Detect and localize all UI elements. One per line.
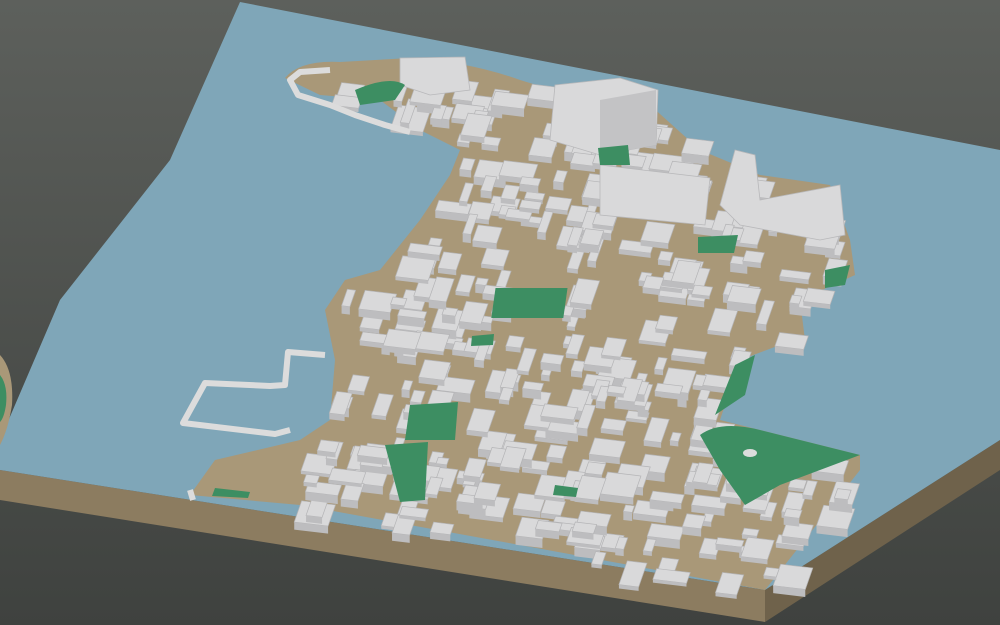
building-block-side [341, 305, 350, 315]
building-block-side [789, 302, 800, 313]
building-block [657, 250, 674, 262]
building-block [726, 285, 762, 306]
building-block-side [553, 181, 564, 191]
building-block-side [654, 369, 664, 376]
building-block [544, 195, 573, 212]
building-block [640, 220, 676, 245]
small-park-a [471, 334, 494, 346]
building-block-side [834, 498, 848, 508]
building-block-side [479, 322, 492, 332]
building-block [681, 137, 715, 157]
building-block [505, 335, 525, 349]
building-block [474, 277, 489, 286]
building-block [358, 289, 398, 314]
building-block-side [587, 260, 596, 268]
building-block-side [537, 232, 546, 241]
building-block-side [442, 314, 456, 325]
garden-park [698, 235, 738, 253]
building-block [742, 250, 765, 264]
building-block-side [459, 200, 468, 207]
pier-stub [187, 489, 196, 501]
fortress-park [598, 145, 630, 165]
building-block-side [393, 100, 402, 108]
building-block [427, 237, 443, 247]
central-square-park [491, 288, 568, 318]
building-block [763, 566, 780, 578]
building-block-side [541, 374, 550, 382]
building-block [642, 275, 665, 290]
building-block [833, 488, 852, 501]
building-block-side [325, 458, 338, 467]
building-block [418, 359, 452, 381]
building-block-side [623, 511, 633, 522]
building-block-side [401, 389, 410, 399]
building-block [584, 461, 607, 476]
building-block-side [669, 440, 679, 447]
building-block [772, 563, 814, 590]
building-block-side [576, 427, 588, 437]
city-model-canvas[interactable] [0, 0, 1000, 625]
west-square-park [405, 402, 458, 440]
building-block-side [480, 190, 492, 199]
map-viewport[interactable] [0, 0, 1000, 625]
building-block [303, 473, 320, 485]
building-block [316, 439, 340, 454]
building-block-side [595, 400, 606, 410]
building-block-side [474, 359, 484, 368]
building-block-side [567, 244, 578, 254]
building-block [472, 224, 503, 244]
building-block [622, 504, 635, 513]
building-block-side [462, 233, 471, 244]
building-block [681, 513, 707, 530]
building-block-side [615, 548, 624, 557]
building-block-side [459, 169, 472, 178]
building-block [435, 456, 450, 466]
fountain [743, 449, 757, 457]
building-block-side [756, 323, 767, 332]
building-block [599, 471, 642, 499]
building-block-side [697, 399, 707, 408]
